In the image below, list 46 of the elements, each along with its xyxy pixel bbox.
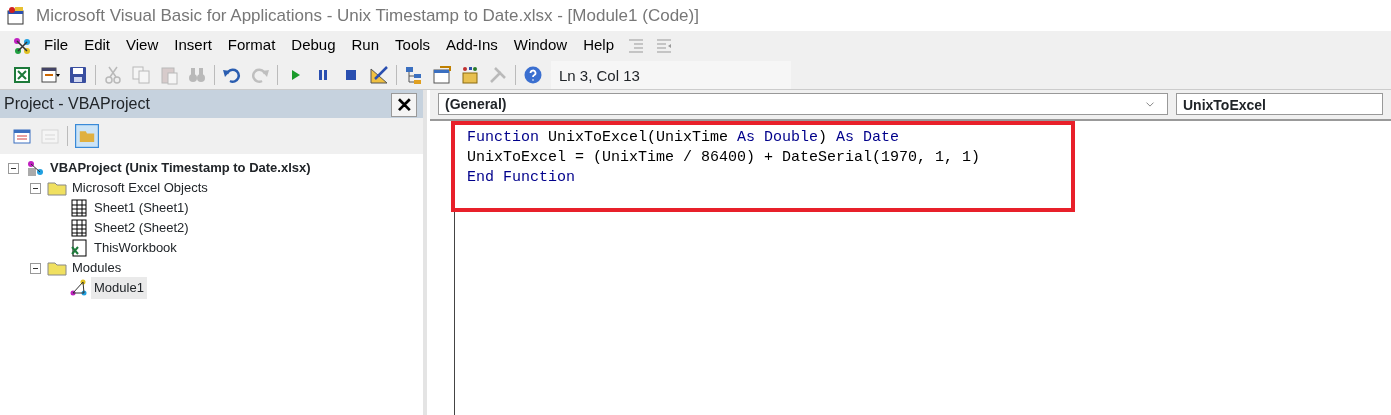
properties-icon[interactable] [432,64,452,85]
workbook-icon [69,238,89,258]
pane-title: Project - VBAProject [4,94,150,114]
sheet-icon [69,218,89,238]
tree-item[interactable]: Modules [69,257,125,279]
view-code-icon[interactable] [12,126,32,146]
expander[interactable] [30,182,41,194]
cursor-position: Ln 3, Col 13 [551,60,791,89]
sheet-icon [69,198,89,218]
window-title: Microsoft Visual Basic for Applications - Unix Timestamp to Date.xlsx - [Module1 (Code)] [36,4,699,27]
menu-item[interactable]: Edit [76,34,119,57]
vba-logo-icon[interactable] [12,35,32,56]
expander[interactable] [30,262,41,274]
code-line: UnixToExcel = (UnixTime / 86400) + DateSerial(1970, 1, 1) [467,148,982,168]
tree-item[interactable]: ThisWorkbook [91,237,180,259]
menu-item[interactable]: Format [219,34,284,57]
procedure-dropdown[interactable]: UnixToExcel [1176,93,1383,115]
code-line: Function UnixToExcel(UnixTime As Double) As Date [467,128,901,148]
tree-item[interactable]: Sheet2 (Sheet2) [91,217,192,239]
menu-item[interactable]: File [36,34,77,57]
menu-item[interactable]: Debug [283,34,344,57]
save-icon[interactable] [68,64,88,85]
object-dropdown[interactable]: (General) [438,93,1168,115]
object-box-icon[interactable] [460,64,480,85]
menu-item[interactable]: Run [343,34,388,57]
menu-item[interactable]: Window [505,34,576,57]
module-icon [69,278,89,298]
code-line: End Function [467,168,577,188]
project-icon [25,158,45,178]
tree-item[interactable]: Microsoft Excel Objects [69,177,211,199]
tree-item[interactable]: Sheet1 (Sheet1) [91,197,192,219]
form-icon[interactable] [40,64,60,85]
close-button[interactable]: ✕ [391,92,417,117]
excel-icon[interactable] [12,64,32,85]
tree-item[interactable]: Module1 [91,277,147,299]
tree-item[interactable]: VBAProject (Unix Timestamp to Date.xlsx) [47,157,314,179]
help-icon[interactable] [523,64,543,85]
menu-item[interactable]: Insert [166,34,220,57]
folder-icon[interactable] [75,124,99,148]
menu-item[interactable]: Help [575,34,622,57]
expander[interactable] [8,162,19,174]
menu-item[interactable]: Add-Ins [438,34,506,57]
tree-icon[interactable] [404,64,424,85]
menu-item[interactable]: View [118,34,167,57]
ruler-icon[interactable] [369,64,389,85]
menu-item[interactable]: Tools [387,34,439,57]
